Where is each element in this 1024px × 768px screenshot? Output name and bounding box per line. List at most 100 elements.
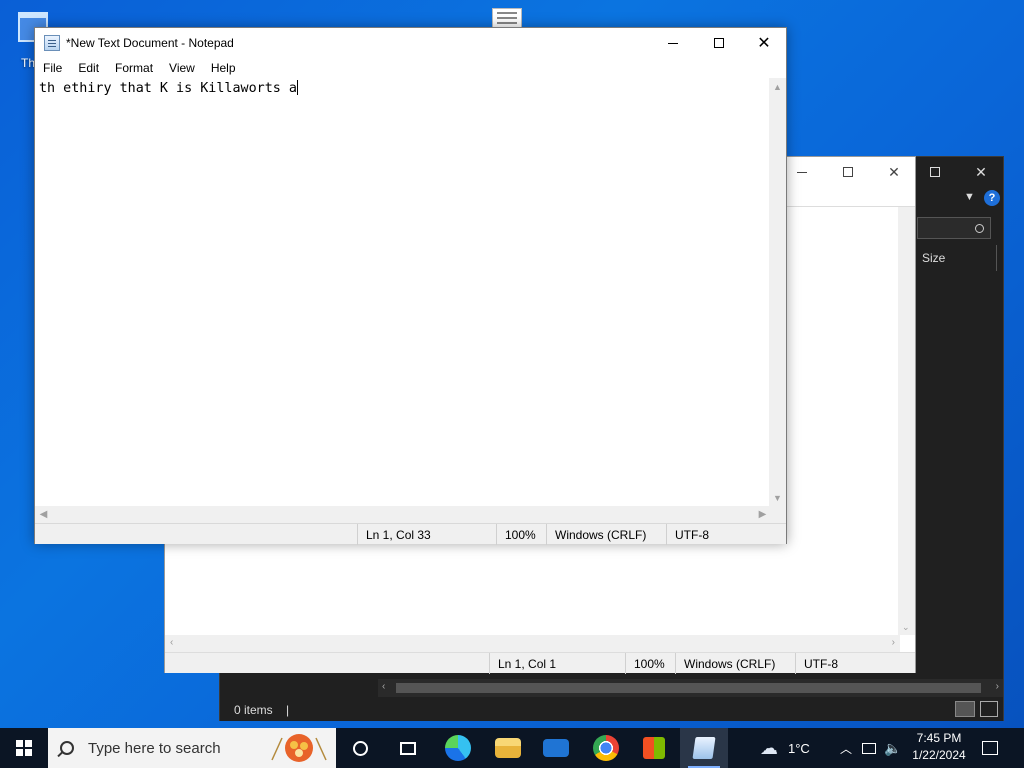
status-encoding: UTF-8	[666, 524, 787, 545]
maximize-icon	[843, 167, 853, 177]
taskbar-search-box[interactable]: Type here to search	[48, 728, 336, 768]
explorer-close-button[interactable]: ✕	[958, 157, 1004, 187]
menu-edit[interactable]: Edit	[70, 61, 107, 75]
scroll-right-icon[interactable]: ›	[996, 681, 999, 692]
close-icon: ✕	[975, 163, 987, 180]
explorer-search-box[interactable]	[917, 217, 991, 239]
status-bar: Ln 1, Col 33 100% Windows (CRLF) UTF-8	[35, 523, 787, 545]
status-encoding: UTF-8	[795, 653, 905, 674]
show-hidden-icons-button[interactable]: ︿	[840, 728, 852, 768]
task-view-button[interactable]	[338, 728, 382, 768]
maximize-icon	[714, 38, 724, 48]
status-position: Ln 1, Col 1	[489, 653, 619, 674]
column-header-size[interactable]: Size	[922, 251, 945, 265]
menu-format[interactable]: Format	[107, 61, 161, 75]
vertical-scrollbar[interactable]: ▲ ▼	[769, 78, 786, 506]
status-position: Ln 1, Col 33	[357, 524, 497, 545]
search-highlight-icon	[271, 734, 327, 762]
windows-logo-icon	[16, 740, 32, 756]
close-button[interactable]: ✕	[741, 28, 787, 58]
volume-button[interactable]: 🔈	[884, 728, 901, 768]
scroll-left-icon[interactable]: ◀	[35, 506, 52, 523]
task-view-icon	[352, 740, 368, 756]
scrollbar-corner	[769, 506, 786, 523]
explorer-maximize-button[interactable]	[912, 157, 958, 187]
notepad-titlebar[interactable]: *New Text Document - Notepad ✕	[35, 28, 786, 58]
editor-text: th ethiry that K is Killaworts a	[39, 81, 297, 96]
text-editor[interactable]: th ethiry that K is Killaworts a	[35, 78, 771, 506]
search-placeholder: Type here to search	[88, 739, 221, 757]
menu-help[interactable]: Help	[203, 61, 244, 75]
start-button[interactable]	[0, 728, 48, 768]
chrome-app[interactable]	[584, 728, 628, 768]
widgets-button[interactable]	[386, 728, 430, 768]
minimize-icon	[797, 171, 807, 173]
maximize-button[interactable]	[696, 28, 742, 58]
clock-date: 1/22/2024	[912, 748, 966, 762]
ribbon-expand-icon[interactable]: ▼	[964, 191, 975, 203]
status-zoom: 100%	[496, 524, 546, 545]
notepad-bg-status-bar: Ln 1, Col 1 100% Windows (CRLF) UTF-8	[165, 652, 915, 674]
notepad-bg-horizontal-scrollbar[interactable]: ‹ ›	[165, 635, 900, 652]
notepad-bg-close-button[interactable]: ✕	[871, 157, 917, 187]
column-divider[interactable]	[996, 245, 997, 271]
status-line-ending: Windows (CRLF)	[546, 524, 666, 545]
details-view-icon[interactable]	[955, 701, 975, 717]
search-icon	[60, 741, 74, 755]
scrollbar-thumb[interactable]	[396, 683, 981, 693]
menu-view[interactable]: View	[161, 61, 203, 75]
text-caret	[296, 80, 298, 95]
taskbar: Type here to search ☁ 1°C ︿ 🔈 7:45 PM 1/…	[0, 728, 1024, 768]
help-icon: ?	[988, 192, 996, 204]
notepad-icon	[692, 737, 716, 759]
clock-time: 7:45 PM	[916, 731, 962, 745]
status-zoom: 100%	[625, 653, 677, 674]
widgets-icon	[400, 741, 416, 755]
magnifier-icon	[975, 223, 984, 233]
status-line-ending: Windows (CRLF)	[675, 653, 795, 674]
notepad-bg-vertical-scrollbar[interactable]: ⌄	[898, 207, 915, 635]
horizontal-scrollbar[interactable]: ◀ ▶	[35, 506, 771, 523]
menu-bar: File Edit Format View Help	[35, 58, 786, 78]
weather-widget[interactable]: ☁ 1°C	[760, 728, 810, 768]
chrome-icon	[593, 735, 619, 761]
notepad-bg-maximize-button[interactable]	[825, 157, 871, 187]
scroll-down-icon[interactable]: ▼	[769, 489, 786, 506]
network-button[interactable]	[862, 728, 876, 768]
taskbar-clock[interactable]: 7:45 PM 1/22/2024	[904, 730, 974, 764]
store-app[interactable]	[632, 728, 676, 768]
minimize-icon	[668, 42, 678, 44]
notification-icon	[982, 741, 998, 755]
explorer-status-bar: 0 items |	[220, 697, 1003, 721]
file-explorer-app[interactable]	[486, 728, 530, 768]
desktop-icon-label: Th	[20, 56, 35, 70]
close-icon: ✕	[757, 35, 771, 52]
file-explorer-icon	[495, 738, 521, 758]
status-separator: |	[286, 703, 290, 717]
weather-temperature: 1°C	[788, 740, 810, 756]
large-icons-view-icon[interactable]	[980, 701, 998, 717]
mail-app[interactable]	[534, 728, 578, 768]
explorer-horizontal-scrollbar[interactable]: ‹ ›	[378, 679, 1003, 697]
mail-icon	[543, 739, 569, 757]
scroll-down-icon[interactable]: ⌄	[902, 622, 910, 633]
scroll-up-icon[interactable]: ▲	[769, 78, 786, 95]
notifications-button[interactable]	[982, 728, 998, 768]
item-count: 0 items	[234, 703, 273, 717]
scroll-right-icon[interactable]: ›	[892, 637, 895, 648]
notepad-app[interactable]	[680, 728, 728, 768]
window-title: *New Text Document - Notepad	[66, 36, 234, 50]
help-button[interactable]: ?	[984, 190, 1000, 206]
edge-icon	[445, 735, 471, 761]
edge-app[interactable]	[436, 728, 480, 768]
volume-muted-icon: 🔈	[884, 739, 902, 756]
store-icon	[643, 737, 665, 759]
maximize-icon	[930, 167, 940, 177]
scroll-left-icon[interactable]: ‹	[170, 637, 173, 648]
notepad-window[interactable]: *New Text Document - Notepad ✕ File Edit…	[34, 27, 787, 545]
network-icon	[862, 742, 876, 754]
scroll-left-icon[interactable]: ‹	[382, 681, 385, 692]
notepad-icon	[44, 35, 60, 51]
minimize-button[interactable]	[650, 28, 696, 58]
menu-file[interactable]: File	[35, 61, 70, 75]
